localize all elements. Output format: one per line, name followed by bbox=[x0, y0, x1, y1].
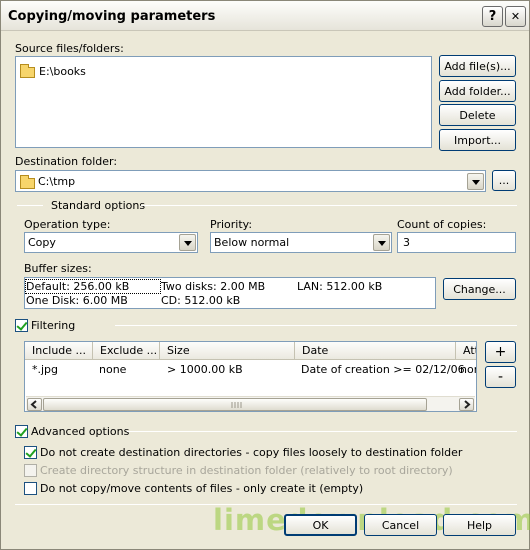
help-title-button[interactable]: ? bbox=[482, 6, 503, 27]
table-row[interactable]: *.jpg none > 1000.00 kB Date of creation… bbox=[25, 360, 476, 378]
priority-value: Below normal bbox=[214, 236, 290, 249]
folder-icon bbox=[20, 175, 35, 189]
chevron-down-icon[interactable] bbox=[373, 234, 390, 251]
destination-combo[interactable]: C:\tmp bbox=[15, 170, 486, 192]
empty-files-label[interactable]: Do not copy/move contents of files - onl… bbox=[40, 482, 363, 495]
copies-label: Count of copies: bbox=[397, 218, 487, 231]
empty-files-checkbox[interactable] bbox=[24, 482, 37, 495]
copies-value: 3 bbox=[403, 236, 410, 249]
operation-type-label: Operation type: bbox=[24, 218, 111, 231]
remove-filter-button[interactable]: - bbox=[485, 366, 516, 388]
horizontal-scrollbar[interactable] bbox=[26, 396, 475, 411]
create-structure-checkbox bbox=[24, 464, 37, 477]
operation-type-value: Copy bbox=[28, 236, 56, 249]
change-buffer-button[interactable]: Change... bbox=[443, 278, 516, 300]
filter-table[interactable]: Include ... Exclude ... Size Date Att *.… bbox=[24, 341, 477, 412]
operation-type-select[interactable]: Copy bbox=[24, 232, 198, 253]
standard-options-heading: Standard options bbox=[51, 199, 146, 212]
column-header-date[interactable]: Date bbox=[295, 342, 456, 360]
dialog-title: Copying/moving parameters bbox=[8, 9, 216, 24]
buffer-cd[interactable]: CD: 512.00 kB bbox=[161, 294, 240, 307]
priority-label: Priority: bbox=[210, 218, 253, 231]
row-include: *.jpg bbox=[32, 363, 59, 376]
no-create-dirs-checkbox[interactable] bbox=[24, 446, 37, 459]
buffer-default[interactable]: Default: 256.00 kB bbox=[25, 279, 161, 294]
filtering-label[interactable]: Filtering bbox=[31, 319, 75, 332]
add-files-button[interactable]: Add file(s)... bbox=[439, 55, 516, 77]
folder-icon bbox=[20, 64, 35, 78]
buffer-sizes-box[interactable]: Default: 256.00 kB Two disks: 2.00 MB LA… bbox=[24, 277, 436, 309]
destination-value: C:\tmp bbox=[38, 175, 76, 188]
browse-destination-button[interactable]: ... bbox=[492, 170, 516, 191]
priority-select[interactable]: Below normal bbox=[210, 232, 392, 253]
column-header-size[interactable]: Size bbox=[160, 342, 295, 360]
buffer-two-disks[interactable]: Two disks: 2.00 MB bbox=[161, 280, 265, 293]
column-header-exclude[interactable]: Exclude ... bbox=[93, 342, 160, 360]
create-structure-label: Create directory structure in destinatio… bbox=[40, 464, 453, 477]
source-list-item[interactable]: E:\books bbox=[20, 64, 220, 80]
copy-move-dialog: Copying/moving parameters ? ✕ Source fil… bbox=[0, 0, 530, 550]
cancel-button[interactable]: Cancel bbox=[364, 514, 437, 536]
row-exclude: none bbox=[99, 363, 127, 376]
row-size: > 1000.00 kB bbox=[167, 363, 243, 376]
question-icon: ? bbox=[488, 9, 497, 24]
row-date: Date of creation >= 02/12/06 bbox=[301, 363, 465, 376]
buffer-sizes-label: Buffer sizes: bbox=[24, 262, 92, 275]
buffer-lan[interactable]: LAN: 512.00 kB bbox=[297, 280, 382, 293]
buffer-one-disk[interactable]: One Disk: 6.00 MB bbox=[26, 294, 128, 307]
group-divider bbox=[17, 205, 43, 206]
advanced-options-label[interactable]: Advanced options bbox=[31, 425, 129, 438]
source-item-label: E:\books bbox=[39, 65, 86, 78]
copies-input[interactable]: 3 bbox=[397, 232, 516, 253]
ok-button[interactable]: OK bbox=[284, 514, 357, 536]
scroll-right-icon[interactable] bbox=[459, 398, 474, 411]
source-list[interactable]: E:\books bbox=[15, 56, 432, 148]
import-button[interactable]: Import... bbox=[439, 129, 516, 151]
add-folder-button[interactable]: Add folder... bbox=[439, 80, 516, 102]
help-button[interactable]: Help bbox=[443, 514, 516, 536]
scroll-thumb[interactable] bbox=[43, 398, 427, 411]
column-header-attributes[interactable]: Att bbox=[456, 342, 476, 360]
row-attributes: nor bbox=[460, 363, 476, 376]
chevron-down-icon[interactable] bbox=[179, 234, 196, 251]
add-filter-button[interactable]: + bbox=[485, 341, 516, 363]
chevron-down-icon[interactable] bbox=[467, 173, 484, 190]
group-divider bbox=[141, 205, 517, 206]
column-header-include[interactable]: Include ... bbox=[25, 342, 93, 360]
no-create-dirs-label[interactable]: Do not create destination directories - … bbox=[40, 446, 462, 459]
title-bar[interactable]: Copying/moving parameters ? ✕ bbox=[1, 1, 529, 31]
filtering-checkbox[interactable] bbox=[15, 319, 28, 332]
close-icon: ✕ bbox=[510, 10, 521, 23]
group-divider bbox=[115, 325, 517, 326]
delete-button[interactable]: Delete bbox=[439, 104, 516, 126]
advanced-options-checkbox[interactable] bbox=[15, 425, 28, 438]
source-label: Source files/folders: bbox=[15, 42, 124, 55]
close-button[interactable]: ✕ bbox=[505, 6, 526, 27]
group-divider bbox=[127, 431, 517, 432]
destination-label: Destination folder: bbox=[15, 155, 118, 168]
scroll-left-icon[interactable] bbox=[27, 398, 42, 411]
